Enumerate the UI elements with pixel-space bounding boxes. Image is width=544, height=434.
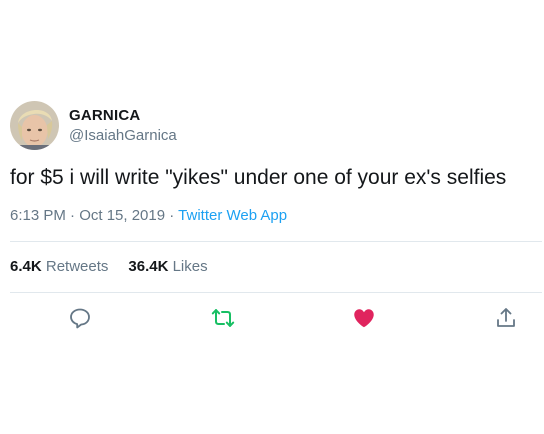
tweet-text: for $5 i will write "yikes" under one of… [10,166,507,189]
retweets-stat[interactable]: 6.4K Retweets [10,258,108,275]
avatar-image [10,101,59,150]
tweet-stats: 6.4K Retweets 36.4K Likes [10,258,208,275]
tweet-timestamp[interactable]: 6:13 PM · Oct 15, 2019 · [10,207,178,224]
display-name[interactable]: GARNICA [69,107,140,124]
divider [10,241,542,242]
retweets-count: 6.4K [10,258,42,275]
retweets-label: Retweets [45,258,109,275]
retweet-icon [211,309,235,327]
like-icon [354,309,374,328]
tweet-source-link[interactable]: Twitter Web App [178,207,287,224]
retweet-button[interactable] [211,306,235,330]
share-button[interactable] [494,306,518,330]
share-icon [497,308,515,327]
likes-count: 36.4K [128,258,169,275]
user-handle[interactable]: @IsaiahGarnica [69,127,177,144]
divider [10,292,542,293]
reply-icon [70,308,90,329]
reply-button[interactable] [68,306,92,330]
likes-label: Likes [172,258,208,275]
like-button[interactable] [352,306,376,330]
likes-stat[interactable]: 36.4K Likes [128,258,207,275]
tweet-meta: 6:13 PM · Oct 15, 2019 · Twitter Web App [10,207,287,224]
avatar[interactable] [10,101,59,150]
tweet-card: GARNICA @IsaiahGarnica for $5 i will wri… [0,0,544,434]
